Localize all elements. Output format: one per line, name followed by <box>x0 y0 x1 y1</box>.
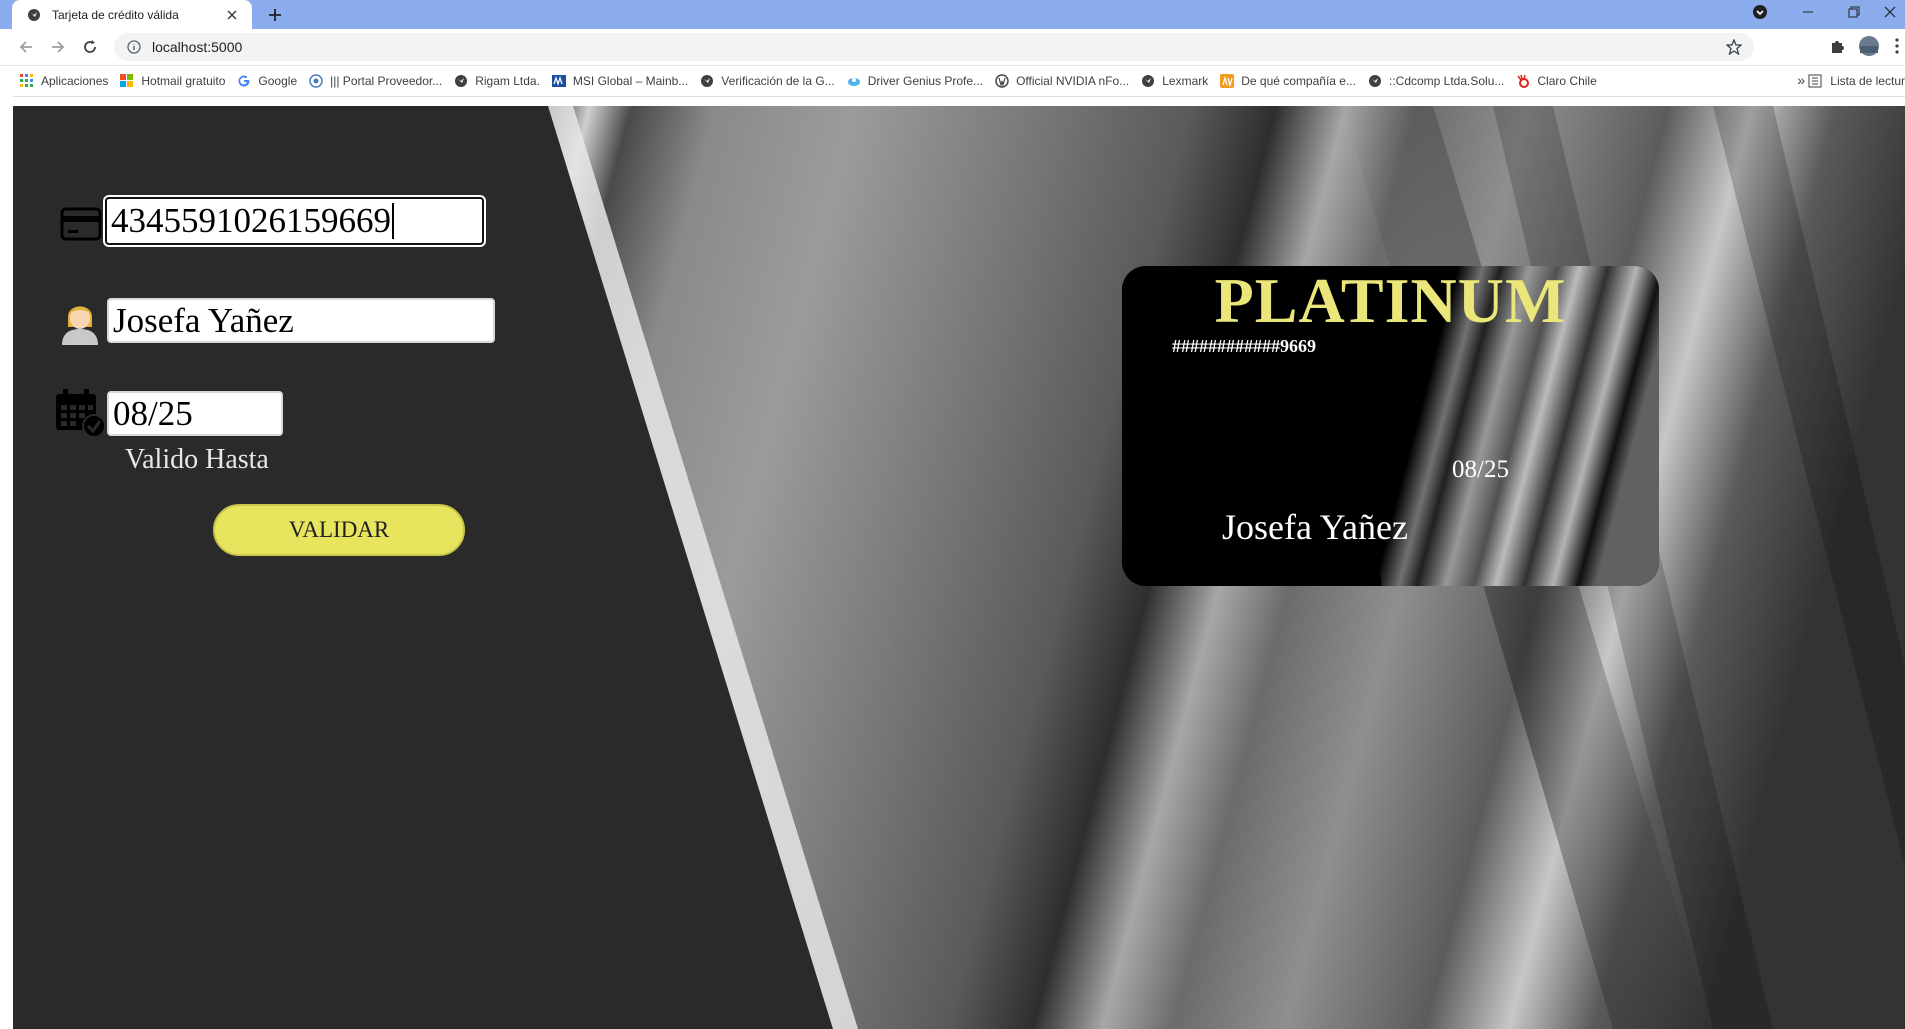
minimize-icon[interactable] <box>1790 0 1826 24</box>
bookmark-item[interactable]: Aplicaciones <box>20 74 108 88</box>
reload-icon[interactable] <box>78 35 102 59</box>
credit-card-icon <box>59 202 103 246</box>
calendar-check-icon <box>53 388 107 438</box>
text-caret <box>392 203 394 239</box>
bookmark-label: Driver Genius Profe... <box>867 74 984 88</box>
card-holder-name: Josefa Yañez <box>1222 507 1408 547</box>
card-number-input[interactable]: 4345591026159669 <box>105 197 484 245</box>
bookmark-label: MSI Global – Mainb... <box>572 74 689 88</box>
expiry-value: 08/25 <box>113 393 193 433</box>
card-expiry: 08/25 <box>1452 456 1509 483</box>
msi-icon <box>551 74 566 88</box>
driver-genius-icon <box>847 74 861 88</box>
bookmark-label: Rigam Ltda. <box>475 74 540 88</box>
close-window-icon[interactable] <box>1872 0 1905 24</box>
bookmark-label: Official NVIDIA nFo... <box>1016 74 1130 88</box>
browser-toolbar: localhost:5000 <box>0 29 1905 66</box>
bookmark-label: Lexmark <box>1162 74 1209 88</box>
bookmarks-bar: Aplicaciones Hotmail gratuito Google ||| Po… <box>0 66 1905 97</box>
bookmark-item[interactable]: Lexmark <box>1141 74 1208 88</box>
bookmark-label: ::Cdcomp Ltda.Solu... <box>1388 74 1505 88</box>
card-masked-number: ############9669 <box>1172 336 1316 356</box>
bookmark-label: Google <box>258 74 298 88</box>
credit-card-preview: PLATINUM ############9669 08/25 Josefa Y… <box>1122 266 1659 586</box>
menu-kebab-icon[interactable] <box>1892 37 1902 55</box>
card-number-value: 4345591026159669 <box>111 201 391 240</box>
bookmark-item[interactable]: ::Cdcomp Ltda.Solu... <box>1368 74 1504 88</box>
bookmark-item[interactable]: Hotmail gratuito <box>120 74 225 88</box>
close-tab-icon[interactable] <box>224 7 240 23</box>
new-tab-button[interactable] <box>264 4 286 26</box>
globe-icon <box>700 74 714 88</box>
restore-icon[interactable] <box>1836 0 1872 24</box>
globe-icon <box>1368 74 1382 88</box>
reading-list-label: Lista de lectur <box>1830 74 1905 88</box>
av-icon <box>1220 74 1235 88</box>
browser-tab-strip: Tarjeta de crédito válida <box>0 0 1905 29</box>
reading-list-button[interactable]: Lista de lectur <box>1808 66 1905 96</box>
bookmark-item[interactable]: Rigam Ltda. <box>454 74 540 88</box>
bookmark-item[interactable]: Google <box>237 74 297 88</box>
wordpress-icon <box>995 74 1009 88</box>
forward-arrow-icon[interactable] <box>46 35 70 59</box>
globe-icon <box>26 7 42 23</box>
bookmark-label: Verificación de la G... <box>721 74 835 88</box>
expiry-input[interactable]: 08/25 <box>107 391 283 436</box>
address-bar[interactable]: localhost:5000 <box>114 33 1754 61</box>
holder-name-input[interactable]: Josefa Yañez <box>107 298 495 343</box>
card-brand: PLATINUM <box>1214 266 1567 336</box>
validate-button[interactable]: VALIDAR <box>213 504 465 556</box>
globe-icon <box>454 74 468 88</box>
bookmark-label: ||| Portal Proveedor... <box>330 74 443 88</box>
portal-icon <box>309 74 323 88</box>
bookmark-item[interactable]: MSI Global – Mainb... <box>551 74 689 88</box>
more-bookmarks-button[interactable]: » <box>1797 72 1805 88</box>
bookmark-item[interactable]: Driver Genius Profe... <box>847 74 983 88</box>
reading-list-icon <box>1808 74 1822 88</box>
browser-tab[interactable]: Tarjeta de crédito válida <box>12 0 252 29</box>
tab-search-icon[interactable] <box>1742 0 1778 24</box>
bookmark-item[interactable]: De qué compañía e... <box>1220 74 1356 88</box>
user-avatar-icon <box>57 296 103 346</box>
bookmark-item[interactable]: Claro Chile <box>1516 74 1597 88</box>
google-g-icon <box>237 74 251 88</box>
site-info-icon[interactable] <box>126 39 142 55</box>
bookmark-label: Claro Chile <box>1537 74 1597 88</box>
holder-name-value: Josefa Yañez <box>113 300 294 340</box>
profile-avatar-icon[interactable] <box>1858 35 1880 57</box>
bookmark-item[interactable]: Official NVIDIA nFo... <box>995 74 1129 88</box>
back-arrow-icon[interactable] <box>14 35 38 59</box>
bookmark-item[interactable]: ||| Portal Proveedor... <box>309 74 442 88</box>
bookmark-label: De qué compañía e... <box>1241 74 1356 88</box>
globe-icon <box>1141 74 1155 88</box>
page-canvas: 4345591026159669 Josefa Yañez 08/25 Vali… <box>13 106 1905 1029</box>
url-text: localhost:5000 <box>152 39 243 55</box>
microsoft-logo-icon <box>120 74 134 88</box>
bookmark-label: Aplicaciones <box>41 74 109 88</box>
tab-title: Tarjeta de crédito válida <box>52 7 179 22</box>
bookmark-star-icon[interactable] <box>1725 38 1743 56</box>
bookmark-item[interactable]: Verificación de la G... <box>700 74 835 88</box>
page-left-gutter <box>0 96 13 1029</box>
claro-icon <box>1516 74 1530 88</box>
expiry-label: Valido Hasta <box>125 444 269 475</box>
bookmark-label: Hotmail gratuito <box>141 74 226 88</box>
extensions-puzzle-icon[interactable] <box>1828 37 1846 55</box>
apps-grid-icon <box>20 74 34 88</box>
